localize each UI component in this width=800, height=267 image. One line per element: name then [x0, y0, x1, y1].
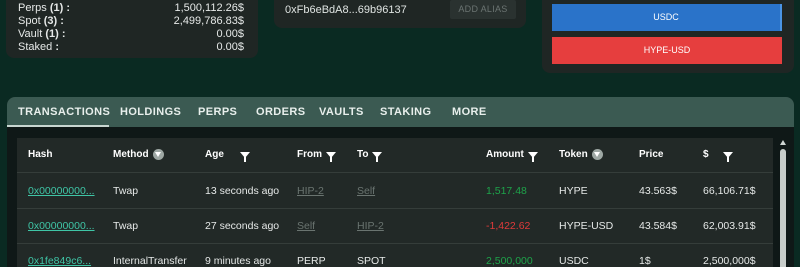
tx-usd: 66,106.71$ [703, 185, 756, 197]
tab-transactions[interactable]: TRANSACTIONS [18, 97, 110, 127]
active-tab-indicator [7, 125, 109, 127]
tx-usd: 62,003.91$ [703, 220, 756, 232]
tx-token: USDC [559, 255, 589, 267]
add-alias-button[interactable]: ADD ALIAS [450, 0, 516, 19]
summary-value: 2,499,786.83$ [173, 15, 244, 27]
portfolio-summary-card: Perps (1) : 1,500,112.26$ Spot (3) : 2,4… [6, 0, 258, 58]
header-hash[interactable]: Hash [28, 149, 52, 160]
tx-amount: 2,500,000 [486, 255, 533, 267]
tx-age: 13 seconds ago [205, 185, 280, 197]
header-usd[interactable]: $ [703, 149, 733, 162]
wallet-address: 0xFb6eBdA8...69b96137 [285, 4, 407, 16]
tx-hash-link[interactable]: 0x00000000... [28, 220, 95, 232]
tx-method: Twap [113, 185, 139, 197]
filter-active-icon[interactable] [152, 149, 164, 160]
usdc-bar[interactable]: USDC [552, 4, 782, 31]
header-from[interactable]: From [297, 149, 336, 162]
summary-value: 1,500,112.26$ [174, 2, 244, 14]
tx-to-link[interactable]: Self [357, 185, 375, 197]
header-amount[interactable]: Amount [486, 149, 538, 162]
table-scrollbar[interactable] [780, 140, 786, 267]
tx-method: Twap [113, 220, 139, 232]
hype-usd-bar[interactable]: HYPE-USD [552, 37, 782, 64]
tx-to: SPOT [357, 255, 386, 267]
filter-icon[interactable] [239, 151, 250, 162]
row-divider [17, 243, 773, 244]
summary-value: 0.00$ [216, 28, 244, 40]
header-age[interactable]: Age [205, 149, 250, 162]
tab-staking[interactable]: STAKING [380, 97, 431, 127]
tx-from: PERP [297, 255, 326, 267]
tx-to-link[interactable]: HIP-2 [357, 220, 384, 232]
tab-orders[interactable]: ORDERS [256, 97, 305, 127]
tx-usd: 2,500,000$ [703, 255, 756, 267]
scroll-thumb[interactable] [780, 149, 786, 267]
tab-vaults[interactable]: VAULTS [319, 97, 364, 127]
tab-perps[interactable]: PERPS [198, 97, 237, 127]
header-token[interactable]: Token [559, 149, 603, 160]
token-distribution-card: USDC HYPE-USD [542, 0, 794, 73]
tx-age: 9 minutes ago [205, 255, 271, 267]
tab-bar: TRANSACTIONS HOLDINGS PERPS ORDERS VAULT… [7, 97, 794, 127]
header-to[interactable]: To [357, 149, 383, 162]
tx-amount: -1,422.62 [486, 220, 531, 232]
summary-row-staked: Staked : 0.00$ [18, 41, 244, 53]
filter-icon[interactable] [527, 151, 538, 162]
activity-panel: TRANSACTIONS HOLDINGS PERPS ORDERS VAULT… [7, 97, 794, 267]
header-price[interactable]: Price [639, 149, 663, 160]
filter-icon[interactable] [326, 151, 336, 162]
tx-method: InternalTransfer [113, 255, 187, 267]
filter-icon[interactable] [372, 151, 383, 162]
filter-active-icon[interactable] [591, 149, 603, 160]
tx-hash-link[interactable]: 0x00000000... [28, 185, 95, 197]
tab-more[interactable]: MORE [452, 97, 487, 127]
tab-holdings[interactable]: HOLDINGS [120, 97, 181, 127]
summary-row-perps: Perps (1) : 1,500,112.26$ [18, 2, 244, 14]
summary-row-spot: Spot (3) : 2,499,786.83$ [18, 15, 244, 27]
tx-price: 43.563$ [639, 185, 677, 197]
tx-price: 43.584$ [639, 220, 677, 232]
row-divider [17, 208, 773, 209]
tx-token: HYPE-USD [559, 220, 614, 232]
scroll-up-arrow-icon[interactable] [780, 140, 786, 145]
row-divider [17, 172, 773, 173]
tx-from-link[interactable]: HIP-2 [297, 185, 324, 197]
tx-amount: 1,517.48 [486, 185, 527, 197]
header-method[interactable]: Method [113, 149, 164, 160]
transactions-table: Hash Method Age From To Amount Token Pri… [17, 138, 773, 267]
summary-row-vault: Vault (1) : 0.00$ [18, 28, 244, 40]
tx-price: 1$ [639, 255, 651, 267]
tx-hash-link[interactable]: 0x1fe849c6... [28, 255, 91, 267]
tx-age: 27 seconds ago [205, 220, 280, 232]
tx-from-link[interactable]: Self [297, 220, 315, 232]
filter-icon[interactable] [722, 151, 733, 162]
tx-token: HYPE [559, 185, 588, 197]
summary-value: 0.00$ [216, 41, 244, 53]
address-card: 0xFb6eBdA8...69b96137 ADD ALIAS [274, 0, 526, 28]
